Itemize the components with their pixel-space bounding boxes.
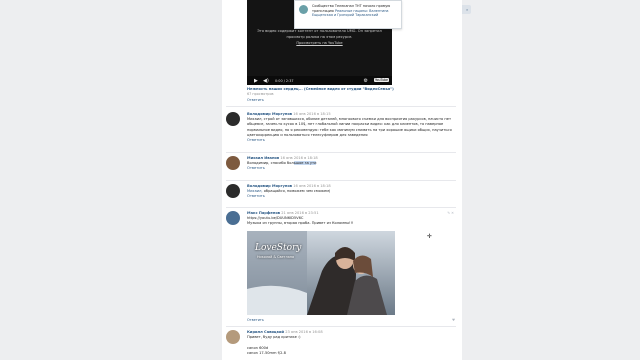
- avatar[interactable]: [226, 330, 240, 344]
- mention-link[interactable]: Михаил,: [247, 189, 263, 193]
- comment-date[interactable]: 16 янв 2016 в 18:18: [280, 156, 317, 160]
- video-views: 67 просмотров: [247, 92, 274, 96]
- reply-link[interactable]: Ответить: [247, 98, 264, 102]
- reply-link[interactable]: Ответить: [247, 194, 456, 199]
- video-time: 0:00 / 2:37: [275, 78, 294, 83]
- video-controls: ▶ ◀) 0:00 / 2:37 ⚙ YouTube: [247, 76, 392, 85]
- community-avatar: [299, 5, 308, 14]
- watch-on-youtube-link[interactable]: Просмотреть на YouTube: [257, 40, 382, 46]
- volume-icon[interactable]: ◀): [263, 78, 269, 84]
- edit-icon[interactable]: ✎ ✕: [447, 211, 454, 215]
- like-icon[interactable]: ♥: [452, 318, 455, 322]
- photo-subcaption: Николай & Светлана: [257, 255, 295, 259]
- page-next[interactable]: »: [463, 5, 471, 14]
- play-icon[interactable]: ▶: [254, 78, 258, 84]
- comment-text: общевсе, зачем-то кусок в 10$, нет глоба…: [247, 122, 444, 127]
- comment-text: Музыка из группы, вторая проба. Привет и…: [247, 221, 354, 226]
- attached-photo[interactable]: LoveStory Николай & Светлана: [247, 231, 395, 315]
- photo-caption: LoveStory: [255, 243, 302, 253]
- video-title[interactable]: Нежность наших сердец... (Семейное видео…: [247, 87, 394, 91]
- comment-author[interactable]: Кирилл Савицкий: [247, 330, 284, 334]
- comment-date[interactable]: 21 янв 2016 в 23:51: [281, 211, 318, 215]
- mouse-cursor: ✛: [427, 233, 433, 240]
- divider: [226, 207, 456, 208]
- comments-panel: Это видео содержит контент от пользовате…: [222, 0, 462, 360]
- comment-date[interactable]: 16 янв 2016 в 18:18: [293, 184, 330, 188]
- comment-author[interactable]: Макс Парфенов: [247, 211, 280, 215]
- comment-text: canon 17-50mm f/2.8: [247, 350, 286, 355]
- live-broadcast-notification[interactable]: Сообщество Телеканал ТНТ начало прямую т…: [294, 0, 402, 29]
- divider: [226, 326, 456, 327]
- reply-link[interactable]: Ответить: [247, 138, 456, 143]
- selected-text: ьшое за ути: [293, 161, 317, 166]
- reply-link[interactable]: Ответить: [247, 318, 264, 322]
- comment-author[interactable]: Володимир Моргунов: [247, 112, 292, 116]
- avatar[interactable]: [226, 112, 240, 126]
- divider: [226, 152, 456, 153]
- comment-date[interactable]: 23 янв 2016 в 16:08: [285, 330, 322, 334]
- reply-link[interactable]: Ответить: [247, 166, 456, 171]
- comment-author[interactable]: Михаил Иванов: [247, 156, 279, 160]
- divider: [226, 180, 456, 181]
- divider: [226, 106, 456, 107]
- avatar[interactable]: [226, 211, 240, 225]
- video-blocked-message: Это видео содержит контент от пользовате…: [257, 29, 382, 46]
- comment-date[interactable]: 16 янв 2016 в 18:15: [293, 112, 330, 116]
- youtube-logo[interactable]: YouTube: [374, 78, 389, 82]
- avatar[interactable]: [226, 156, 240, 170]
- gear-icon[interactable]: ⚙: [364, 78, 368, 84]
- comment-author[interactable]: Володимир Моргунов: [247, 184, 292, 188]
- avatar[interactable]: [226, 184, 240, 198]
